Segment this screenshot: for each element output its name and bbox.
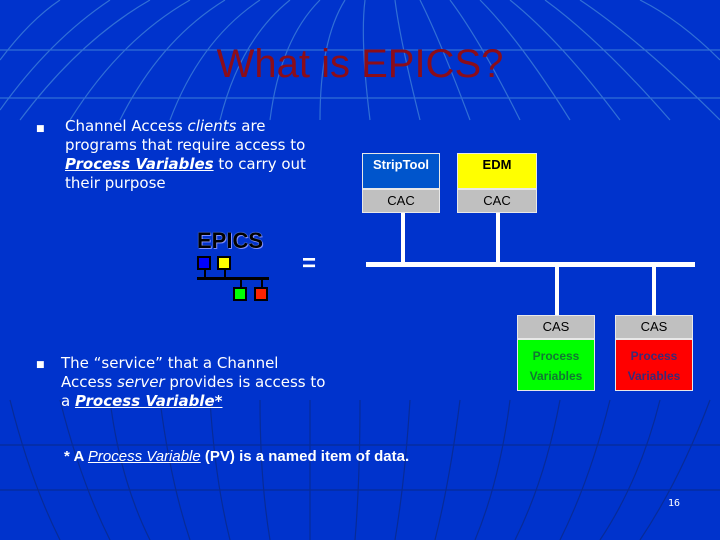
cas-box-1: CAS [517,315,595,339]
logo-blue-square [197,256,211,270]
page-number: 16 [668,498,681,509]
bullet-1-process-variables: Process Variables [65,155,214,173]
epics-logo-text: EPICS [197,228,264,253]
cas-2-connector [652,266,656,316]
logo-green-square [233,287,247,301]
footnote-term: Process Variable [87,448,201,465]
bullet-text-1: Channel Access clients are programs that… [65,117,335,193]
logo-tick [240,280,242,287]
footnote: * A Process Variable (PV) is a named ite… [64,448,409,465]
striptool-connector [401,213,405,263]
bullet-2-process-variable: Process Variable* [74,392,223,410]
pv-box-red[interactable]: Process Variables [615,339,693,391]
footnote-suffix: (PV) is a named item of data. [200,448,410,465]
square-bullet-icon: ■ [36,124,45,134]
bullet-1-clients: clients [187,117,237,135]
equals-sign: = [302,250,317,277]
bullet-text-2: The “service” that a Channel Access serv… [61,354,331,411]
slide-title: What is EPICS? [216,42,504,86]
striptool-cac-box: CAC [362,189,440,213]
edm-box[interactable]: EDM [457,153,537,189]
pv-box-green[interactable]: Process Variables [517,339,595,391]
striptool-box[interactable]: StripTool [362,153,440,189]
logo-red-square [254,287,268,301]
square-bullet-icon: ■ [36,360,45,370]
logo-bus [197,277,269,280]
logo-tick [261,280,263,287]
logo-yellow-square [217,256,231,270]
bullet-1-part-1: Channel Access [65,117,188,135]
cas-1-connector [555,266,559,316]
edm-connector [496,213,500,263]
bullet-2-server: server [117,373,165,391]
network-bus [366,262,695,267]
pv-red-line2: Variables [627,369,681,383]
pv-green-line1: Process [532,349,580,363]
cas-box-2: CAS [615,315,693,339]
pv-green-line2: Variables [529,369,583,383]
footnote-prefix: * A [64,448,88,465]
edm-cac-box: CAC [457,189,537,213]
pv-red-line1: Process [630,349,678,363]
